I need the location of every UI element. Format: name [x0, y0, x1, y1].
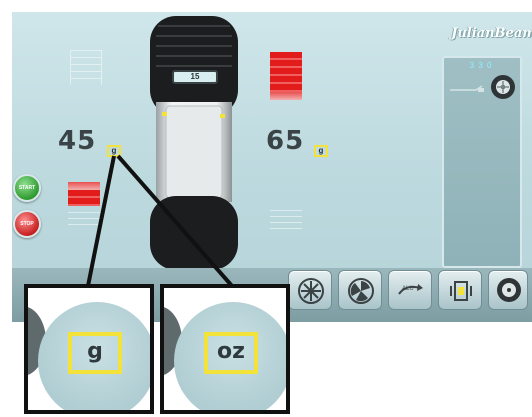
- zoom-grams: g: [24, 284, 154, 414]
- zoom-ounces: oz: [160, 284, 290, 414]
- unit-ounces-label: oz: [204, 332, 258, 374]
- unit-grams-label: g: [68, 332, 122, 374]
